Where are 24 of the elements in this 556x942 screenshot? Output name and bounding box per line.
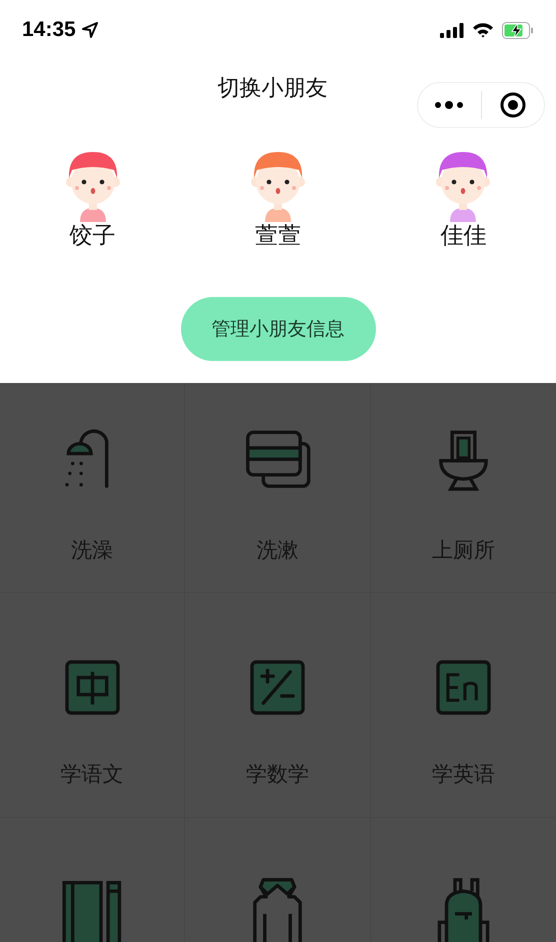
child-name: 佳佳 xyxy=(440,222,486,250)
task-label: 学数学 xyxy=(246,761,309,788)
target-icon xyxy=(500,92,526,118)
task-label: 洗漱 xyxy=(256,537,298,564)
location-arrow-icon xyxy=(82,22,98,38)
more-dots-icon xyxy=(435,101,464,109)
child-name: 饺子 xyxy=(70,222,116,250)
child-name: 萱萱 xyxy=(254,222,301,250)
task-label: 学语文 xyxy=(60,761,124,788)
task-tile[interactable]: 洗漱 xyxy=(185,383,371,593)
task-tile[interactable]: 洗澡 xyxy=(0,383,186,593)
page-title: 切换小朋友 xyxy=(218,75,328,103)
task-label: 上厕所 xyxy=(432,537,495,564)
task-label: 洗澡 xyxy=(71,537,114,564)
task-tile[interactable]: 上厕所 xyxy=(370,383,556,593)
wifi-icon xyxy=(472,22,494,38)
task-tile[interactable]: 学数学 xyxy=(185,593,371,818)
status-time: 14:35 xyxy=(22,18,76,42)
task-tile[interactable]: 学语文 xyxy=(0,593,186,818)
battery-charging-icon xyxy=(502,22,534,38)
signal-icon xyxy=(440,22,464,38)
manage-children-button[interactable]: 管理小朋友信息 xyxy=(180,297,376,361)
task-tile[interactable]: 学英语 xyxy=(370,593,556,818)
task-label: 学英语 xyxy=(432,761,495,788)
